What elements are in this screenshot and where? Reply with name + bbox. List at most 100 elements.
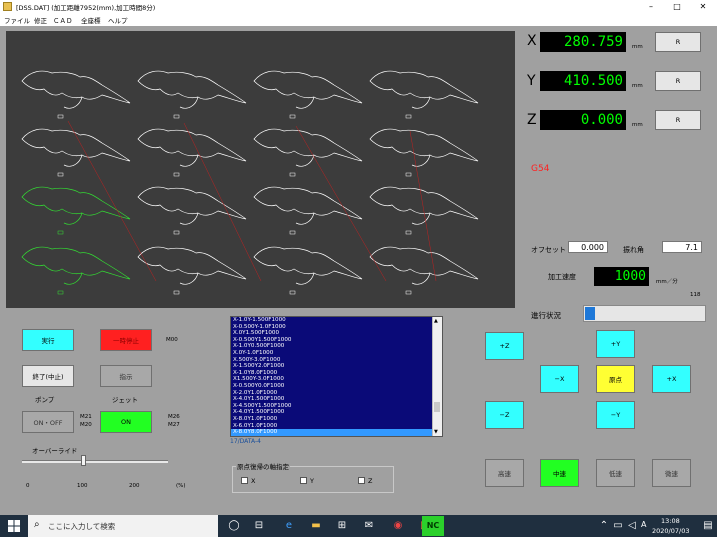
pump-toggle-button[interactable]: ON・OFF xyxy=(22,411,74,433)
gcode-line[interactable]: X-4.0Y1.500F1000 xyxy=(231,396,442,403)
app-icon xyxy=(3,2,12,11)
angle-field[interactable]: 7.1 xyxy=(662,241,702,253)
gcode-line[interactable]: X-8.0Y1.0F1000 xyxy=(231,416,442,423)
origin-button[interactable]: 原点 xyxy=(596,365,635,393)
edge-icon[interactable]: e xyxy=(281,518,297,534)
chrome-icon[interactable]: ◉ xyxy=(390,518,406,534)
windows-start-icon[interactable] xyxy=(8,520,20,532)
offset-label: オフセット xyxy=(531,246,566,254)
jog-y-plus-button[interactable]: +Y xyxy=(596,330,635,358)
override-label: オーバーライド xyxy=(32,447,78,455)
widgets-icon[interactable]: ⊟ xyxy=(251,518,267,534)
speed-label: 加工速度 xyxy=(548,273,576,281)
title-bar: [DSS.DAT] (加工距離7952(mm),加工時間8分) – □ ✕ xyxy=(0,0,717,13)
ime-indicator[interactable]: A xyxy=(641,520,646,529)
gcode-list[interactable]: X-1.0Y-1.500F1000 X-0.500Y-1.0F1000 X.0Y1.… xyxy=(230,316,443,437)
progress-label: 進行状況 xyxy=(531,311,561,320)
m26-label: M26 xyxy=(168,414,180,420)
z-reset-button[interactable]: R xyxy=(655,110,701,130)
gcode-line[interactable]: X1.500Y-3.0F1000 xyxy=(231,376,442,383)
gcode-line[interactable]: X-6.0Y1.0F1000 xyxy=(231,423,442,430)
origin-x-checkbox[interactable] xyxy=(241,477,248,484)
run-button[interactable]: 実行 xyxy=(22,329,74,351)
menu-file[interactable]: ファイル xyxy=(4,15,30,25)
gcode-line[interactable]: X-1.0Y0.500F1000 xyxy=(231,343,442,350)
speed-low-button[interactable]: 低速 xyxy=(596,459,635,487)
scroll-down-icon[interactable]: ▼ xyxy=(434,429,438,435)
taskbar-search-box[interactable]: ⌕ ここに入力して検索 xyxy=(28,515,218,537)
override-tick-pct: (%) xyxy=(176,483,186,489)
skip-button[interactable]: 指示 xyxy=(100,365,152,387)
angle-label: 振れ角 xyxy=(623,246,644,254)
menu-bar: ファイル 修正 ＣＡＤ 全座標 ヘルプ xyxy=(0,13,717,27)
speed-display: 1000 xyxy=(594,267,649,286)
speed-mid-button[interactable]: 中速 xyxy=(540,459,579,487)
gcode-lines: X-1.0Y-1.500F1000 X-0.500Y-1.0F1000 X.0Y1.… xyxy=(231,317,442,436)
gcode-line[interactable]: X.0Y1.500F1000 xyxy=(231,330,442,337)
override-slider[interactable] xyxy=(22,455,168,469)
scroll-up-icon[interactable]: ▲ xyxy=(434,318,438,324)
menu-coords[interactable]: 全座標 xyxy=(81,15,101,25)
explorer-icon[interactable]: ▬ xyxy=(308,518,324,534)
origin-x-label: X xyxy=(251,477,256,485)
offset-field[interactable]: 0.000 xyxy=(568,241,608,253)
progress-bar xyxy=(583,305,706,322)
task-view-icon[interactable]: ◯ xyxy=(226,518,242,534)
clock-date[interactable]: 2020/07/03 xyxy=(652,527,689,535)
y-unit: mm xyxy=(632,83,643,89)
gcode-line[interactable]: X-8.0Y8.0F1000 xyxy=(231,429,442,436)
minimize-button[interactable]: – xyxy=(640,1,662,12)
menu-edit[interactable]: 修正 xyxy=(34,15,47,25)
progress-fill xyxy=(585,307,595,320)
gcode-line[interactable]: X-1.0Y-1.500F1000 xyxy=(231,317,442,324)
gcode-line[interactable]: X-0.500Y-1.0F1000 xyxy=(231,324,442,331)
menu-help[interactable]: ヘルプ xyxy=(108,15,128,25)
mail-icon[interactable]: ✉ xyxy=(361,518,377,534)
volume-icon[interactable]: ◁ xyxy=(624,518,640,534)
y-position-display: 410.500 xyxy=(540,71,626,91)
y-reset-button[interactable]: R xyxy=(655,71,701,91)
jet-label: ジェット xyxy=(112,396,138,404)
gcode-line[interactable]: X-0.500Y1.500F1000 xyxy=(231,337,442,344)
x-reset-button[interactable]: R xyxy=(655,32,701,52)
gcode-line[interactable]: X.0Y-1.0F1000 xyxy=(231,350,442,357)
jog-z-plus-button[interactable]: +Z xyxy=(485,332,524,360)
gcode-line[interactable]: X-4.0Y1.500F1000 xyxy=(231,409,442,416)
z-axis-label: Z xyxy=(527,112,537,128)
gcode-line[interactable]: X-1.0Y8.0F1000 xyxy=(231,370,442,377)
jog-y-minus-button[interactable]: −Y xyxy=(596,401,635,429)
gcode-line[interactable]: X-4.500Y1.500F1000 xyxy=(231,403,442,410)
stop-button[interactable]: 終了(中止) xyxy=(22,365,74,387)
maximize-button[interactable]: □ xyxy=(666,1,688,12)
notification-icon[interactable]: ▤ xyxy=(700,518,716,534)
jog-x-plus-button[interactable]: +X xyxy=(652,365,691,393)
origin-z-label: Z xyxy=(368,477,373,485)
menu-cad[interactable]: ＣＡＤ xyxy=(53,15,73,25)
gcode-line[interactable]: X.500Y-3.0F1000 xyxy=(231,357,442,364)
jog-z-minus-button[interactable]: −Z xyxy=(485,401,524,429)
override-thumb[interactable] xyxy=(81,455,87,466)
m27-label: M27 xyxy=(168,422,180,428)
search-icon: ⌕ xyxy=(34,519,40,530)
origin-z-checkbox[interactable] xyxy=(358,477,365,484)
gcode-line[interactable]: X-2.0Y1.0F1000 xyxy=(231,390,442,397)
jet-toggle-button[interactable]: ON xyxy=(100,411,152,433)
jog-x-minus-button[interactable]: −X xyxy=(540,365,579,393)
cutting-preview-canvas[interactable] xyxy=(6,31,515,308)
gcode-scrollbar[interactable]: ▲ ▼ xyxy=(432,317,442,436)
close-button[interactable]: ✕ xyxy=(692,1,714,12)
nc-app-taskbar-button[interactable]: NC xyxy=(422,516,444,536)
y-axis-label: Y xyxy=(527,73,536,89)
scroll-thumb[interactable] xyxy=(434,402,440,412)
gcode-status: 17/DATA-4 xyxy=(230,438,261,445)
speed-fine-button[interactable]: 微速 xyxy=(652,459,691,487)
speed-high-button[interactable]: 高速 xyxy=(485,459,524,487)
pause-button[interactable]: 一時停止 xyxy=(100,329,152,351)
gcode-line[interactable]: X-1.500Y2.0F1000 xyxy=(231,363,442,370)
gcode-line[interactable]: X-0.500Y0.0F1000 xyxy=(231,383,442,390)
search-placeholder: ここに入力して検索 xyxy=(48,522,116,531)
clock-time[interactable]: 13:08 xyxy=(661,517,680,525)
store-icon[interactable]: ⊞ xyxy=(334,518,350,534)
coord-system-label: G54 xyxy=(531,164,550,174)
origin-y-checkbox[interactable] xyxy=(300,477,307,484)
